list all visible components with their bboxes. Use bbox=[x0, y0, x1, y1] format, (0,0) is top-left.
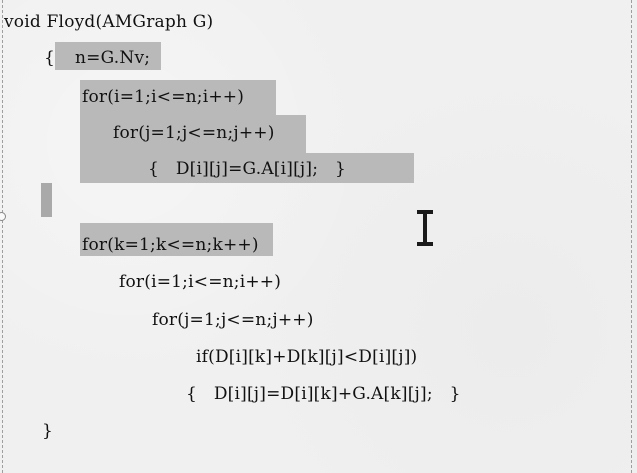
function-signature[interactable]: void Floyd(AMGraph G) bbox=[4, 10, 213, 34]
open-brace[interactable]: { bbox=[44, 46, 55, 70]
code-line-main-body[interactable]: { D[i][j]=D[i][k]+G.A[k][j]; } bbox=[186, 382, 461, 406]
code-line-init-body[interactable]: { D[i][j]=G.A[i][j]; } bbox=[148, 157, 346, 181]
document-page[interactable]: void Floyd(AMGraph G) { n=G.Nv; for(i=1;… bbox=[0, 0, 637, 473]
code-line-init-for-j[interactable]: for(j=1;j<=n;j++) bbox=[113, 121, 275, 145]
code-line-main-if[interactable]: if(D[i][k]+D[k][j]<D[i][j]) bbox=[196, 345, 417, 369]
code-line-init-for-i[interactable]: for(i=1;i<=n;i++) bbox=[82, 85, 244, 109]
code-line-main-for-j[interactable]: for(j=1;j<=n;j++) bbox=[152, 308, 314, 332]
code-line-main-for-i[interactable]: for(i=1;i<=n;i++) bbox=[119, 270, 281, 294]
text-caret bbox=[41, 183, 52, 217]
code-line-main-for-k[interactable]: for(k=1;k<=n;k++) bbox=[82, 233, 259, 257]
code-line-init-n[interactable]: n=G.Nv; bbox=[75, 46, 150, 70]
margin-handle[interactable] bbox=[0, 212, 6, 221]
left-margin-line bbox=[2, 0, 3, 473]
right-margin-line bbox=[631, 0, 632, 473]
i-beam-cursor-icon bbox=[415, 208, 435, 248]
close-brace[interactable]: } bbox=[42, 419, 53, 443]
